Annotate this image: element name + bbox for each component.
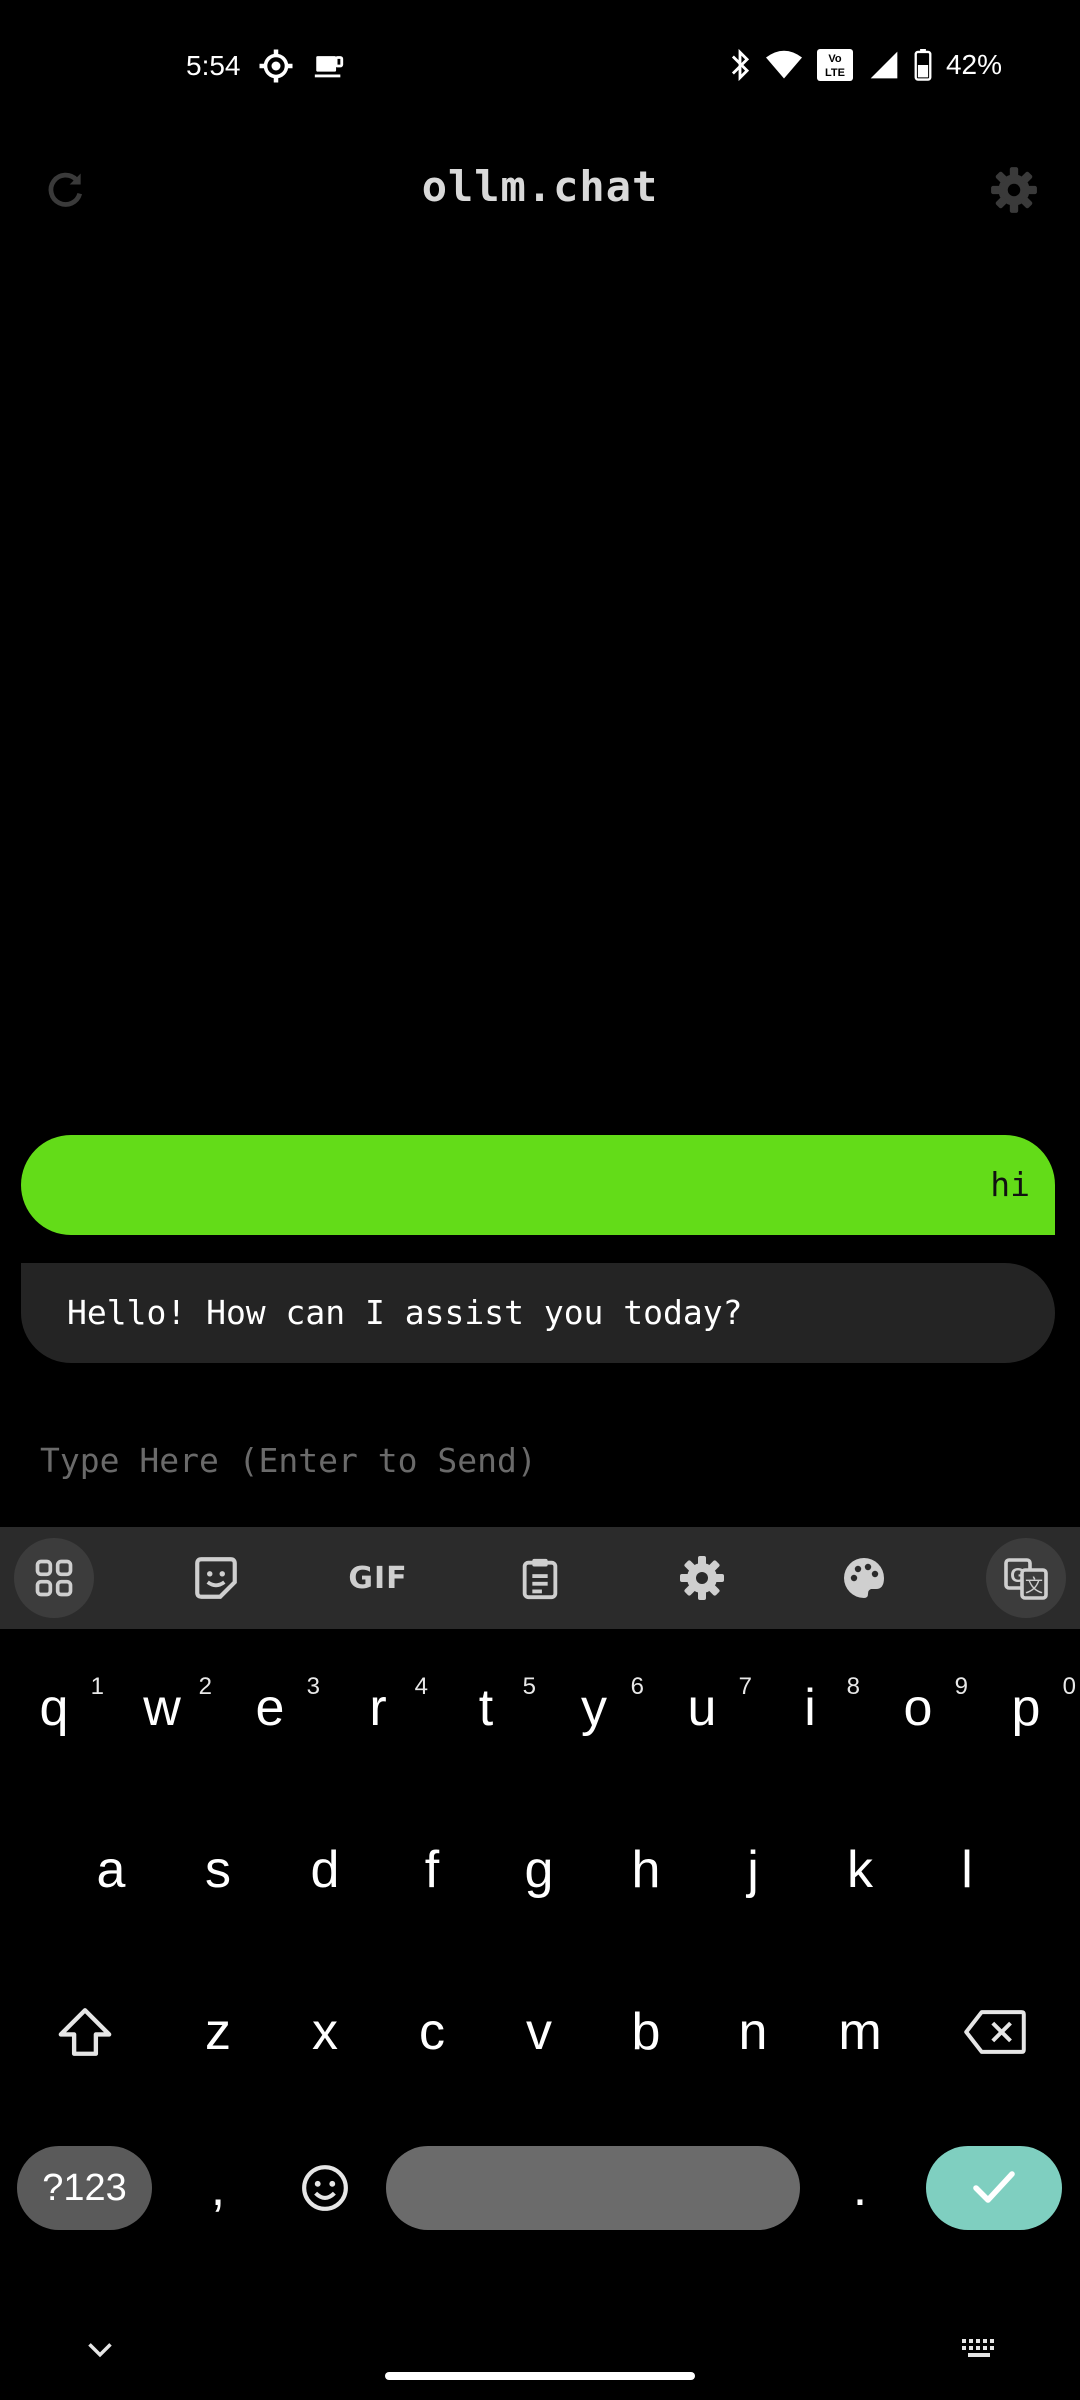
key-j[interactable]: j	[699, 1815, 807, 1925]
check-icon	[973, 2171, 1015, 2203]
translate-icon: G文	[1004, 1558, 1048, 1600]
assistant-message-bubble: Hello! How can I assist you today?	[21, 1263, 1055, 1363]
translate-button[interactable]: G文	[986, 1538, 1066, 1618]
key-z[interactable]: z	[164, 1977, 272, 2087]
space-bar[interactable]	[386, 2146, 800, 2230]
emoji-key[interactable]	[275, 2146, 375, 2230]
key-r[interactable]: r4	[324, 1653, 432, 1763]
keyboard-toolbar: GIF G文	[0, 1527, 1080, 1629]
svg-text:LTE: LTE	[825, 67, 845, 79]
shift-key[interactable]	[30, 1977, 140, 2087]
user-message-text: hi	[990, 1165, 1030, 1204]
gear-icon	[991, 167, 1037, 213]
switch-keyboard-button[interactable]	[940, 2319, 1020, 2379]
keyboard: q1 w2 e3 r4 t5 y6 u7 i8 o9 p0 a s d f g …	[0, 1629, 1080, 2400]
gear-icon	[680, 1556, 724, 1600]
emoji-icon	[302, 2165, 348, 2211]
key-t[interactable]: t5	[432, 1653, 540, 1763]
key-d[interactable]: d	[271, 1815, 379, 1925]
key-y[interactable]: y6	[540, 1653, 648, 1763]
assistant-message-text: Hello! How can I assist you today?	[67, 1293, 743, 1332]
settings-gear-status-icon	[258, 48, 294, 84]
key-i[interactable]: i8	[756, 1653, 864, 1763]
key-m[interactable]: m	[806, 1977, 914, 2087]
chevron-down-icon	[88, 2343, 112, 2358]
gif-label: GIF	[348, 1560, 408, 1596]
palette-icon	[844, 1558, 884, 1598]
key-o[interactable]: o9	[864, 1653, 972, 1763]
cellular-signal-icon	[868, 49, 900, 81]
user-message-bubble: hi	[21, 1135, 1055, 1235]
symbols-mode-key[interactable]: ?123	[17, 2146, 152, 2230]
key-n[interactable]: n	[699, 1977, 807, 2087]
clipboard-icon	[522, 1558, 558, 1600]
status-time: 5:54	[186, 50, 241, 81]
status-bar: 5:54 Vo LTE 42%	[0, 0, 1080, 130]
message-input[interactable]	[40, 1430, 1040, 1490]
key-x[interactable]: x	[271, 1977, 379, 2087]
coffee-cup-icon	[312, 48, 346, 84]
key-a[interactable]: a	[57, 1815, 165, 1925]
period-key[interactable]: .	[810, 2146, 910, 2230]
key-l[interactable]: l	[913, 1815, 1021, 1925]
bluetooth-icon	[728, 48, 752, 82]
key-u[interactable]: u7	[648, 1653, 756, 1763]
svg-text:Vo: Vo	[828, 53, 842, 65]
gif-button[interactable]: GIF	[338, 1538, 418, 1618]
key-v[interactable]: v	[485, 1977, 593, 2087]
key-k[interactable]: k	[806, 1815, 914, 1925]
key-q[interactable]: q1	[0, 1653, 108, 1763]
clipboard-button[interactable]	[500, 1538, 580, 1618]
key-w[interactable]: w2	[108, 1653, 216, 1763]
key-h[interactable]: h	[592, 1815, 700, 1925]
shift-icon	[58, 2008, 112, 2056]
gesture-nav-handle[interactable]	[385, 2372, 695, 2380]
apps-grid-button[interactable]	[14, 1538, 94, 1618]
hide-keyboard-button[interactable]	[60, 2319, 140, 2379]
apps-grid-icon	[35, 1559, 73, 1597]
key-g[interactable]: g	[485, 1815, 593, 1925]
key-s[interactable]: s	[164, 1815, 272, 1925]
key-e[interactable]: e3	[216, 1653, 324, 1763]
key-p[interactable]: p0	[972, 1653, 1080, 1763]
enter-key[interactable]	[926, 2146, 1062, 2230]
svg-text:文: 文	[1025, 1576, 1043, 1597]
backspace-key[interactable]	[940, 1977, 1050, 2087]
battery-percent: 42%	[945, 49, 1002, 80]
app-title: ollm.chat	[421, 162, 659, 211]
battery-icon	[914, 49, 932, 81]
key-b[interactable]: b	[592, 1977, 700, 2087]
app-bar: ollm.chat	[0, 140, 1080, 240]
sticker-icon	[195, 1557, 237, 1599]
key-f[interactable]: f	[378, 1815, 486, 1925]
sticker-button[interactable]	[176, 1538, 256, 1618]
key-c[interactable]: c	[378, 1977, 486, 2087]
volte-icon: Vo LTE	[816, 48, 854, 82]
wifi-icon	[765, 50, 802, 80]
keyboard-settings-button[interactable]	[662, 1538, 742, 1618]
keyboard-icon	[962, 2339, 994, 2357]
comma-key[interactable]: ,	[168, 2146, 268, 2230]
theme-button[interactable]	[824, 1538, 904, 1618]
backspace-icon	[964, 2010, 1026, 2054]
settings-button[interactable]	[984, 160, 1044, 220]
